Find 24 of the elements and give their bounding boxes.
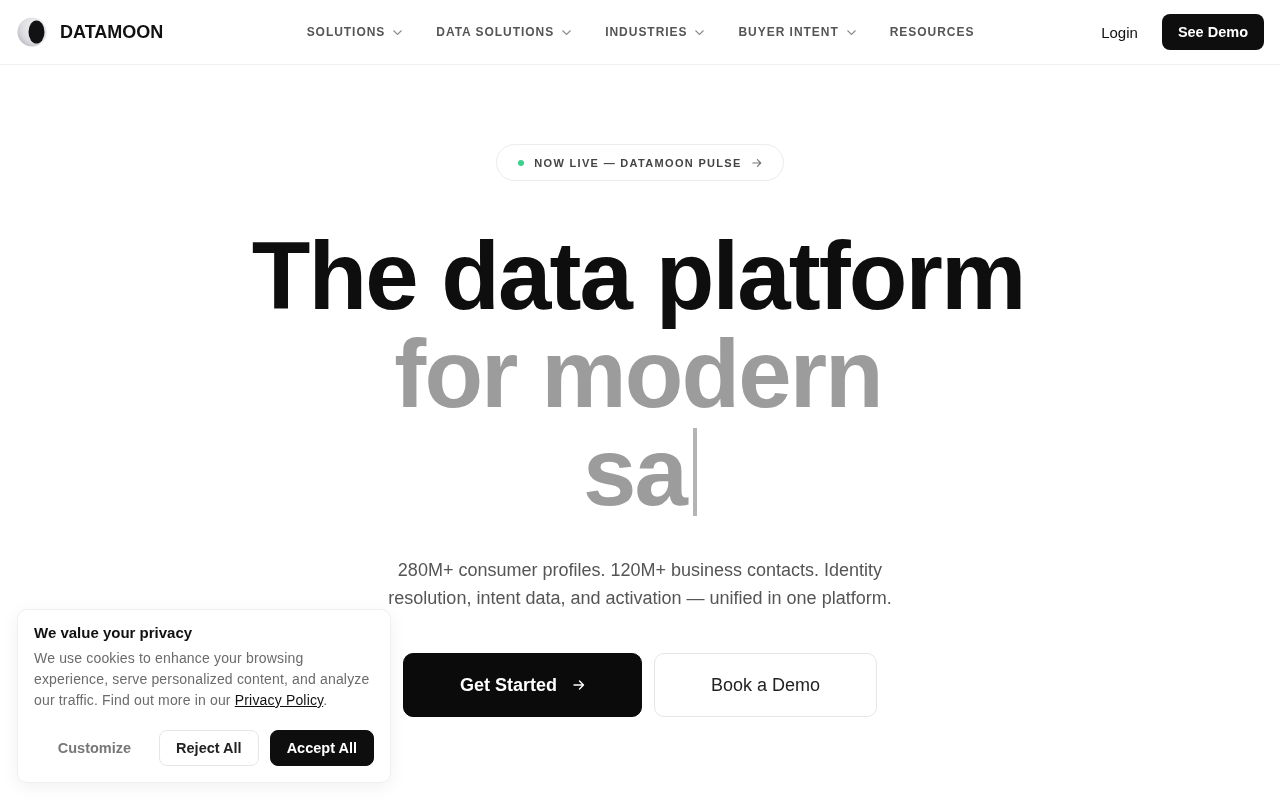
arrow-right-icon	[573, 679, 585, 691]
nav-menu-item[interactable]: INDUSTRIES	[605, 25, 705, 39]
customize-button[interactable]: Customize	[40, 730, 149, 766]
get-started-button[interactable]: Get Started	[402, 653, 642, 717]
nav-menu-item[interactable]: DATA SOLUTIONS	[436, 25, 572, 39]
brand-name: DATAMOON	[60, 21, 164, 43]
cookie-title: We value your privacy	[34, 623, 194, 643]
arrow-right-icon	[751, 157, 762, 168]
login-link[interactable]: Login	[1101, 23, 1138, 41]
announcement-text: NOW LIVE — DATAMOON PULSE	[534, 156, 742, 169]
cookie-notice-text: We use cookies to enhance your browsing experience, serve personalized content, and analyze our traffic. Find out more in our Privacy Policy.	[34, 649, 371, 710]
see-demo-button[interactable]: See Demo	[1161, 14, 1264, 50]
book-demo-button[interactable]: Book a Demo	[654, 653, 878, 717]
nav-menu-item[interactable]: RESOURCES	[889, 25, 975, 39]
moon-logo-icon	[17, 17, 47, 47]
status-dot-icon	[518, 159, 525, 166]
accept-button[interactable]: Accept All	[269, 730, 374, 766]
brand-logo-link[interactable]: DATAMOON	[17, 17, 164, 47]
hero-subtitle: 280M+ consumer profiles. 120M+ business contacts. Identity resolution, intent data, and activation — unified in one platform.	[387, 559, 893, 610]
reject-button[interactable]: Reject All	[159, 730, 259, 766]
nav-menu-item[interactable]: BUYER INTENT	[738, 25, 856, 39]
nav-menu-item[interactable]: SOLUTIONS	[306, 25, 403, 39]
privacy-policy-link[interactable]: Privacy Policy	[234, 692, 324, 708]
headline-text: sa	[583, 418, 689, 526]
